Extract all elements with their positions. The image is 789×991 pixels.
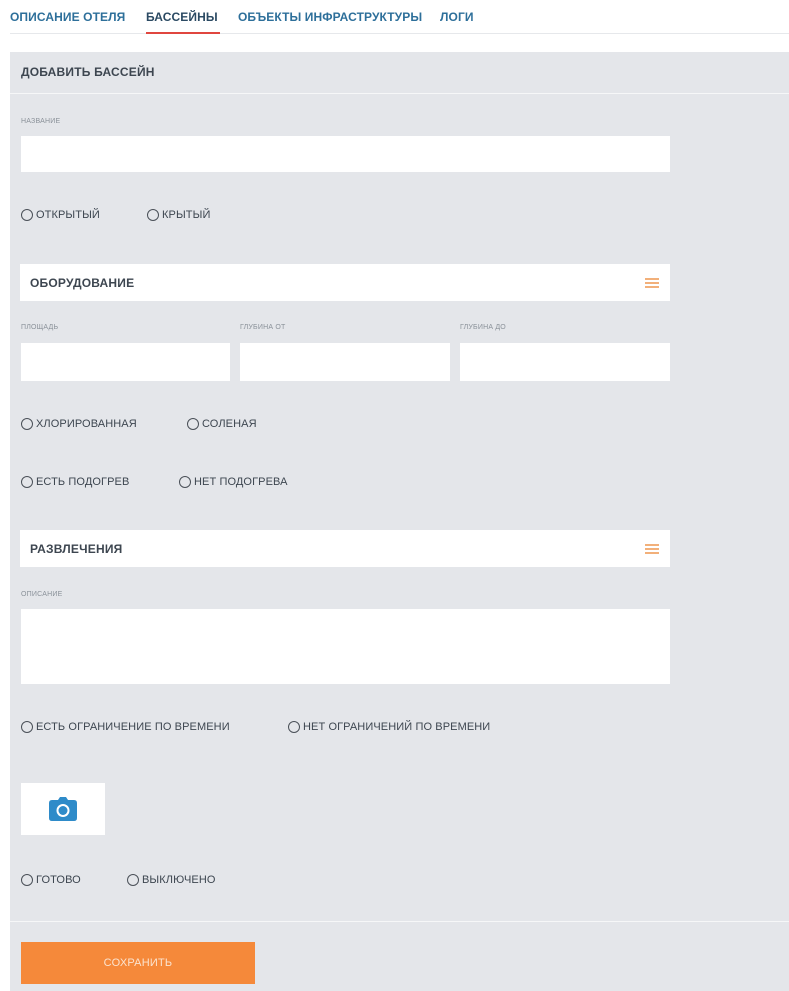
active-tab-underline [146,32,220,34]
radio-circle[interactable] [21,476,33,488]
radio-time-limited-label: ЕСТЬ ОГРАНИЧЕНИЕ ПО ВРЕМЕНИ [36,721,230,733]
name-label: НАЗВАНИЕ [21,118,61,125]
radio-circle[interactable] [21,874,33,886]
radio-open-label: ОТКРЫТЫЙ [36,209,100,221]
radio-circle[interactable] [288,721,300,733]
tab-pools[interactable]: БАССЕЙНЫ [146,10,218,24]
radio-disabled[interactable]: ВЫКЛЮЧЕНО [127,874,216,886]
radio-covered[interactable]: КРЫТЫЙ [147,209,210,221]
tab-bar: ОПИСАНИЕ ОТЕЛЯ БАССЕЙНЫ ОБЪЕКТЫ ИНФРАСТР… [10,0,789,34]
radio-heated[interactable]: ЕСТЬ ПОДОГРЕВ [21,476,129,488]
radio-salted[interactable]: СОЛЕНАЯ [187,418,257,430]
area-input[interactable] [21,343,230,381]
radio-no-time-limit-label: НЕТ ОГРАНИЧЕНИЙ ПО ВРЕМЕНИ [303,721,491,733]
radio-time-limited[interactable]: ЕСТЬ ОГРАНИЧЕНИЕ ПО ВРЕМЕНИ [21,721,230,733]
area-label: ПЛОЩАДЬ [21,324,59,331]
depth-from-label: ГЛУБИНА ОТ [240,324,286,331]
radio-not-heated-label: НЕТ ПОДОГРЕВА [194,476,288,488]
equipment-title: ОБОРУДОВАНИЕ [30,276,135,290]
entertainment-title: РАЗВЛЕЧЕНИЯ [30,542,123,556]
equipment-section-header: ОБОРУДОВАНИЕ [20,264,670,301]
add-pool-panel: ДОБАВИТЬ БАССЕЙН НАЗВАНИЕ ОТКРЫТЫЙ КРЫТЫ… [10,52,789,991]
depth-to-label: ГЛУБИНА ДО [460,324,506,331]
tab-logs[interactable]: ЛОГИ [440,10,474,24]
radio-chlorinated-label: ХЛОРИРОВАННАЯ [36,418,137,430]
depth-to-input[interactable] [460,343,670,381]
radio-circle[interactable] [21,721,33,733]
radio-disabled-label: ВЫКЛЮЧЕНО [142,874,216,886]
radio-circle[interactable] [179,476,191,488]
name-input[interactable] [21,136,670,172]
radio-ready-label: ГОТОВО [36,874,81,886]
radio-open[interactable]: ОТКРЫТЫЙ [21,209,100,221]
radio-covered-label: КРЫТЫЙ [162,209,211,221]
panel-title: ДОБАВИТЬ БАССЕЙН [21,65,155,79]
radio-circle[interactable] [127,874,139,886]
depth-from-input[interactable] [240,343,450,381]
camera-icon [49,797,77,821]
save-button[interactable]: СОХРАНИТЬ [21,942,255,984]
description-textarea[interactable] [21,609,670,684]
photo-upload-button[interactable] [21,783,105,835]
radio-no-time-limit[interactable]: НЕТ ОГРАНИЧЕНИЙ ПО ВРЕМЕНИ [288,721,490,733]
radio-heated-label: ЕСТЬ ПОДОГРЕВ [36,476,130,488]
description-label: ОПИСАНИЕ [21,591,63,598]
tab-hotel-description[interactable]: ОПИСАНИЕ ОТЕЛЯ [10,10,125,24]
radio-salted-label: СОЛЕНАЯ [202,418,257,430]
hamburger-icon[interactable] [645,544,659,554]
hamburger-icon[interactable] [645,278,659,288]
radio-circle[interactable] [147,209,159,221]
radio-circle[interactable] [21,209,33,221]
entertainment-section-header: РАЗВЛЕЧЕНИЯ [20,530,670,567]
divider [10,93,789,94]
divider [10,921,789,922]
radio-ready[interactable]: ГОТОВО [21,874,81,886]
radio-circle[interactable] [187,418,199,430]
radio-circle[interactable] [21,418,33,430]
tab-infrastructure[interactable]: ОБЪЕКТЫ ИНФРАСТРУКТУРЫ [238,10,422,24]
radio-chlorinated[interactable]: ХЛОРИРОВАННАЯ [21,418,137,430]
radio-not-heated[interactable]: НЕТ ПОДОГРЕВА [179,476,288,488]
